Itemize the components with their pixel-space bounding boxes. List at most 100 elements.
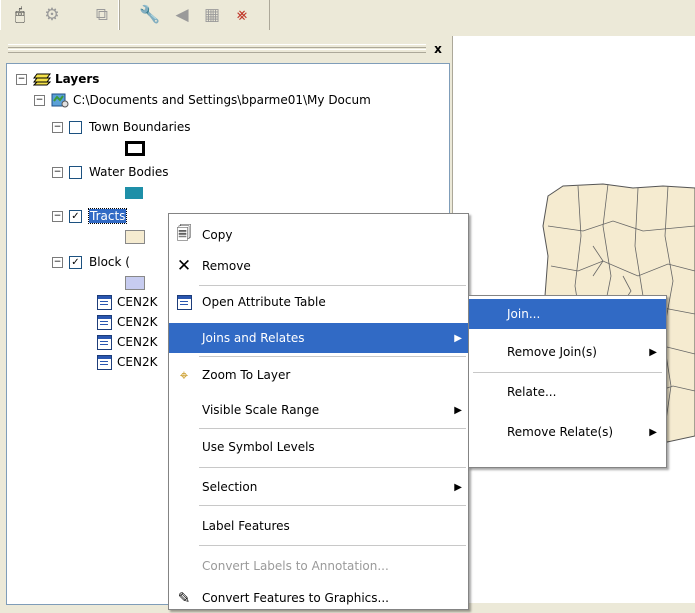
menu-item-convert-features-to-graphics[interactable]: ✎ Convert Features to Graphics...: [169, 583, 468, 613]
menu-item-label: Remove: [202, 259, 251, 273]
tracts-symbol[interactable]: [125, 230, 145, 244]
menu-item-label-features[interactable]: Label Features: [169, 511, 468, 541]
collapse-icon[interactable]: −: [52, 256, 63, 268]
submenu-arrow-icon: ▶: [649, 426, 657, 438]
toolbar-group-1: 🖱 ⚙ ⧉: [0, 0, 120, 30]
menu-separator: [199, 505, 466, 506]
menu-item-convert-labels-to-annotation: Convert Labels to Annotation...: [169, 551, 468, 581]
submenu-item-join[interactable]: Join...: [469, 299, 666, 329]
submenu-arrow-icon: ▶: [454, 332, 462, 344]
close-icon[interactable]: x: [432, 43, 444, 55]
joins-relates-submenu: Join... Remove Join(s) ▶ Relate... Remov…: [468, 295, 667, 468]
submenu-item-remove-relates[interactable]: Remove Relate(s) ▶: [469, 417, 666, 447]
remove-icon: ✕: [176, 256, 192, 276]
menu-item-open-attribute-table[interactable]: Open Attribute Table: [169, 287, 468, 317]
table-row[interactable]: CEN2K: [97, 312, 157, 332]
layer-row-tracts[interactable]: − ✓ Tracts: [52, 206, 128, 226]
layer-row-block[interactable]: − ✓ Block (: [52, 252, 130, 272]
menu-item-label: Join...: [507, 307, 541, 321]
menu-item-label: Use Symbol Levels: [202, 440, 315, 454]
submenu-arrow-icon: ▶: [649, 346, 657, 358]
layer-visibility-checkbox[interactable]: [69, 165, 82, 179]
measure-tool-icon[interactable]: ⧉: [89, 2, 115, 28]
menu-item-label: Selection: [202, 480, 258, 494]
menu-item-label: Remove Relate(s): [507, 425, 614, 439]
menu-separator: [199, 356, 466, 357]
zoom-to-layer-icon: ⌖: [179, 366, 189, 384]
menu-item-label: Open Attribute Table: [202, 295, 326, 309]
menu-separator: [473, 372, 662, 373]
menu-item-use-symbol-levels[interactable]: Use Symbol Levels: [169, 432, 468, 462]
table-label: CEN2K: [117, 295, 158, 309]
collapse-icon[interactable]: −: [16, 73, 27, 85]
submenu-arrow-icon: ▶: [454, 404, 462, 416]
collapse-icon[interactable]: −: [52, 210, 63, 222]
menu-item-joins-and-relates[interactable]: Joins and Relates ▶: [169, 323, 468, 353]
table-icon: [97, 334, 112, 350]
menu-item-label: Copy: [202, 228, 233, 242]
layer-row-town-boundaries[interactable]: − Town Boundaries: [52, 117, 191, 137]
graph-tool-icon[interactable]: ⨳: [229, 2, 255, 28]
copy-icon: 🗐: [176, 223, 192, 242]
layer-label: Town Boundaries: [89, 120, 191, 134]
menu-item-label: Label Features: [202, 519, 290, 533]
toc-titlebar[interactable]: x: [4, 40, 448, 58]
menu-item-selection[interactable]: Selection ▶: [169, 472, 468, 502]
tree-data-frame[interactable]: − C:\Documents and Settings\bparme01\My …: [34, 90, 371, 110]
table-row[interactable]: CEN2K: [97, 352, 157, 372]
table-label: CEN2K: [117, 315, 158, 329]
menu-separator: [199, 467, 466, 468]
layer-row-water-bodies[interactable]: − Water Bodies: [52, 162, 168, 182]
convert-graphics-icon: ✎: [177, 589, 191, 607]
menu-item-label: Joins and Relates: [202, 331, 305, 345]
block-symbol[interactable]: [125, 276, 145, 290]
submenu-item-remove-joins[interactable]: Remove Join(s) ▶: [469, 337, 666, 367]
identify-tool-icon[interactable]: 🖱: [7, 2, 33, 28]
table-icon: [97, 294, 112, 310]
submenu-arrow-icon: ▶: [454, 481, 462, 493]
layer-context-menu: 🗐 Copy ✕ Remove Open Attribute Table Joi…: [168, 213, 469, 610]
town-boundaries-symbol[interactable]: [125, 141, 145, 156]
toolbar: 🖱 ⚙ ⧉ 🔧 ◀ ▦ ⨳: [0, 0, 695, 36]
editor-tool-icon[interactable]: 🔧: [137, 2, 163, 28]
hyperlink-tool-icon[interactable]: ⚙: [39, 2, 65, 28]
layer-label: Tracts: [87, 208, 128, 224]
menu-item-label: Visible Scale Range: [202, 403, 320, 417]
tree-root-layers[interactable]: − Layers: [16, 69, 99, 89]
menu-item-label: Remove Join(s): [507, 345, 597, 359]
data-frame-icon: [51, 93, 69, 107]
layer-visibility-checkbox[interactable]: ✓: [69, 255, 82, 269]
menu-item-zoom-to-layer[interactable]: ⌖ Zoom To Layer: [169, 360, 468, 390]
table-icon: [97, 354, 112, 370]
layers-icon: [33, 73, 51, 86]
menu-item-remove[interactable]: ✕ Remove: [169, 251, 468, 281]
layer-visibility-checkbox[interactable]: [69, 120, 82, 134]
water-bodies-symbol[interactable]: [125, 187, 143, 199]
route-tool-icon[interactable]: ◀: [169, 2, 195, 28]
menu-item-label: Zoom To Layer: [202, 368, 291, 382]
table-label: CEN2K: [117, 355, 158, 369]
collapse-icon[interactable]: −: [52, 166, 63, 178]
layer-label: Block (: [89, 255, 130, 269]
collapse-icon[interactable]: −: [52, 121, 63, 133]
layer-visibility-checkbox[interactable]: ✓: [69, 209, 82, 223]
data-frame-path: C:\Documents and Settings\bparme01\My Do…: [73, 93, 371, 107]
collapse-icon[interactable]: −: [34, 94, 45, 106]
grip-line: [8, 49, 426, 53]
toolbar-group-2: 🔧 ◀ ▦ ⨳: [118, 0, 270, 30]
table-row[interactable]: CEN2K: [97, 332, 157, 352]
table-label: CEN2K: [117, 335, 158, 349]
root-label: Layers: [55, 72, 100, 86]
submenu-item-relate[interactable]: Relate...: [469, 377, 666, 407]
menu-item-label: Convert Labels to Annotation...: [202, 559, 389, 573]
grip-line: [8, 44, 426, 48]
menu-separator: [199, 545, 466, 546]
menu-separator: [199, 285, 466, 286]
layer-label: Water Bodies: [89, 165, 169, 179]
menu-item-visible-scale-range[interactable]: Visible Scale Range ▶: [169, 395, 468, 425]
table-icon: [97, 314, 112, 330]
attribute-table-icon: [173, 294, 195, 310]
table-row[interactable]: CEN2K: [97, 292, 157, 312]
time-slider-icon[interactable]: ▦: [199, 2, 225, 28]
menu-item-copy[interactable]: 🗐 Copy: [169, 220, 468, 250]
